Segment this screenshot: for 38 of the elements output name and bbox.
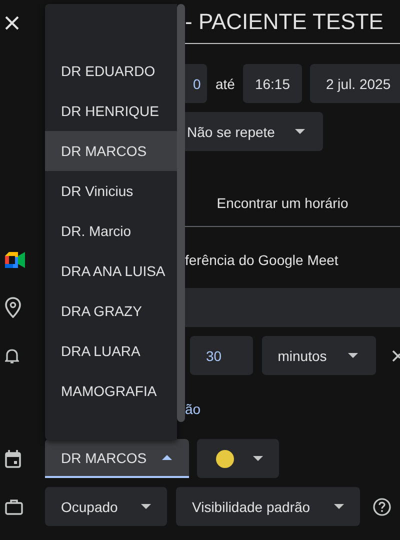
menu-item[interactable]: MAMOGRAFIA xyxy=(45,371,177,411)
scrollbar[interactable] xyxy=(177,4,185,422)
reminder-amount-field[interactable]: 30 xyxy=(190,336,253,375)
help-icon[interactable] xyxy=(373,498,391,516)
caret-icon xyxy=(253,456,263,461)
bell-icon xyxy=(5,348,19,364)
caret-icon xyxy=(295,129,305,134)
menu-item[interactable]: DR. Marcio xyxy=(45,211,177,251)
start-time-field[interactable]: 0 xyxy=(185,64,208,103)
until-label: até xyxy=(215,76,235,92)
calendar-dropdown[interactable]: DR MARCOS xyxy=(45,439,189,478)
availability-dropdown[interactable]: Ocupado xyxy=(45,487,167,526)
meet-conference-text[interactable]: ferência do Google Meet xyxy=(185,252,338,268)
visibility-dropdown[interactable]: Visibilidade padrão xyxy=(176,487,360,526)
caret-icon xyxy=(334,504,344,509)
caret-icon xyxy=(162,455,172,460)
notification-link[interactable]: ão xyxy=(185,401,201,417)
menu-item[interactable]: DR Vinicius xyxy=(45,171,177,211)
repeat-dropdown[interactable]: Não se repete xyxy=(185,112,323,151)
menu-item[interactable]: DRA ANA LUISA xyxy=(45,251,177,291)
color-dropdown[interactable] xyxy=(197,439,279,478)
menu-item[interactable]: DRA LUARA xyxy=(45,331,177,371)
menu-item[interactable]: DR HENRIQUE xyxy=(45,91,177,131)
close-icon[interactable] xyxy=(5,16,19,30)
date-field[interactable]: 2 jul. 2025 xyxy=(310,64,400,103)
location-pin-icon xyxy=(5,297,21,318)
caret-icon xyxy=(141,504,151,509)
video-camera-icon xyxy=(5,252,25,268)
menu-item[interactable]: DRA GRAZY xyxy=(45,291,177,331)
menu-item[interactable]: DR MARCOS xyxy=(45,131,177,171)
briefcase-icon xyxy=(5,498,23,514)
end-time-field[interactable]: 16:15 xyxy=(242,64,302,103)
location-field[interactable] xyxy=(185,288,400,327)
remove-icon[interactable] xyxy=(392,350,400,362)
caret-icon xyxy=(348,353,358,358)
menu-item[interactable]: DR EDUARDO xyxy=(45,51,177,91)
reminder-unit-dropdown[interactable]: minutos xyxy=(262,336,376,375)
calendar-icon xyxy=(5,450,21,468)
